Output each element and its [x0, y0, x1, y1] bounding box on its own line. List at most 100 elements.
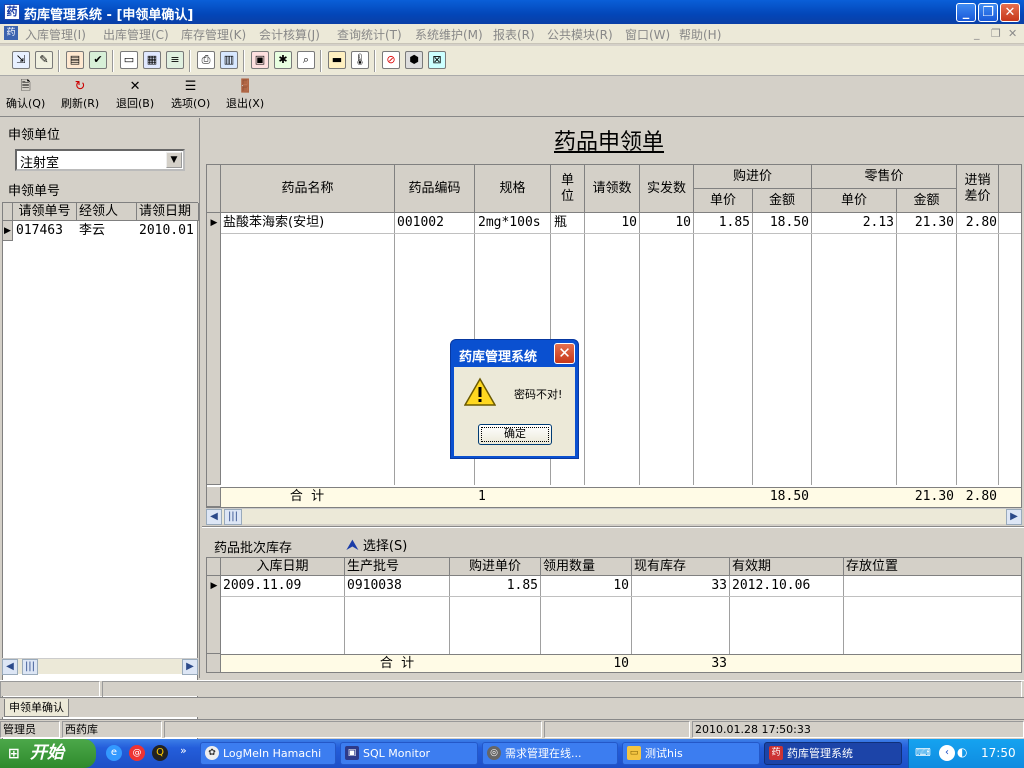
status-user: 管理员: [0, 721, 60, 738]
stamp-icon[interactable]: ▬: [328, 51, 346, 69]
col-price-diff[interactable]: 进销差价: [957, 165, 999, 213]
card-icon[interactable]: ▦: [143, 51, 161, 69]
col-spec[interactable]: 规格: [475, 165, 551, 213]
menu-system[interactable]: 系统维护(M): [415, 26, 483, 43]
mdi-child-icon[interactable]: 药: [4, 26, 18, 40]
list-icon[interactable]: ≡: [166, 51, 184, 69]
col-drug-code[interactable]: 药品编码: [395, 165, 475, 213]
chevron-down-icon[interactable]: ▼: [166, 152, 182, 168]
window-tab-row: 申领单确认: [0, 697, 1024, 717]
batch-total-stock: 33: [711, 656, 727, 671]
check-doc-icon[interactable]: ✔: [89, 51, 107, 69]
col-unit[interactable]: 单位: [551, 165, 585, 213]
exit-button[interactable]: 🚪 退出(X): [226, 79, 264, 111]
menu-help[interactable]: 帮助(H): [679, 26, 721, 43]
col-order-date[interactable]: 请领日期: [137, 203, 199, 221]
order-label: 申领单号: [8, 184, 61, 199]
col-current-stock[interactable]: 现有库存: [632, 558, 730, 576]
qq-icon[interactable]: Q: [152, 745, 168, 761]
table-icon[interactable]: ▥: [220, 51, 238, 69]
thermometer-icon[interactable]: 🌡: [351, 51, 369, 69]
menu-outbound[interactable]: 出库管理(C): [103, 26, 169, 43]
scroll-thumb[interactable]: |||: [22, 659, 38, 675]
scroll-left-icon[interactable]: ◀: [206, 509, 222, 525]
col-retail-amount[interactable]: 金额: [897, 189, 957, 213]
return-button[interactable]: ✕ 退回(B): [116, 79, 154, 111]
col-actual-qty[interactable]: 实发数: [640, 165, 694, 213]
status-row-top: [0, 680, 1024, 698]
select-button[interactable]: ⮝ 选择(S): [346, 535, 407, 554]
keyboard-icon[interactable]: ⌨: [915, 746, 931, 759]
actual-qty-cell: 10: [675, 215, 691, 230]
tray-expand-icon[interactable]: ‹: [939, 745, 955, 761]
menu-inventory[interactable]: 库存管理(K): [181, 26, 246, 43]
dialog-ok-button[interactable]: 确定: [478, 424, 552, 445]
col-use-qty[interactable]: 领用数量: [541, 558, 632, 576]
menu-reports[interactable]: 报表(R): [493, 26, 535, 43]
req-qty-cell: 10: [621, 215, 637, 230]
col-order-no[interactable]: 请领单号: [13, 203, 77, 221]
scroll-right-icon[interactable]: ▶: [1006, 509, 1022, 525]
main-horizontal-scrollbar[interactable]: ◀ ||| ▶: [206, 508, 1022, 525]
clock: 17:50: [981, 746, 1016, 760]
task-requirements[interactable]: ◎ 需求管理在线...: [482, 742, 618, 765]
restore-button[interactable]: ❐: [978, 3, 998, 22]
stop-icon[interactable]: ⊘: [382, 51, 400, 69]
confirm-button[interactable]: 🗎 确认(Q): [6, 79, 45, 111]
col-batch-no[interactable]: 生产批号: [345, 558, 450, 576]
window-title-bar[interactable]: 药 药库管理系统 - [申领单确认] _ ❐ ✕: [0, 0, 1024, 24]
menu-inbound[interactable]: 入库管理(I): [25, 26, 86, 43]
tab-requisition-confirm[interactable]: 申领单确认: [4, 699, 69, 717]
mdi-close-icon[interactable]: ✕: [1008, 27, 1017, 40]
spec-cell: 2mg*100s: [478, 215, 541, 230]
print-icon[interactable]: ⎙: [197, 51, 215, 69]
task-hamachi[interactable]: ✿ LogMeIn Hamachi: [200, 742, 336, 765]
tray-app-icon[interactable]: ◐: [957, 745, 967, 759]
left-horizontal-scrollbar[interactable]: ◀ ||| ▶: [2, 658, 198, 675]
quicklaunch-expand-icon[interactable]: »: [180, 744, 187, 757]
col-person[interactable]: 经领人: [77, 203, 137, 221]
quicklaunch-app-icon[interactable]: @: [129, 745, 145, 761]
start-button[interactable]: ⊞ 开始: [0, 739, 96, 768]
minimize-button[interactable]: _: [956, 3, 976, 22]
task-drug-system[interactable]: 药 药库管理系统: [764, 742, 902, 765]
scroll-right-icon[interactable]: ▶: [182, 659, 198, 675]
grid-cross-icon[interactable]: ⊠: [428, 51, 446, 69]
task-sql-monitor[interactable]: ▣ SQL Monitor: [340, 742, 478, 765]
refresh-button[interactable]: ↻ 刷新(R): [61, 79, 99, 111]
report-doc-icon[interactable]: ▤: [66, 51, 84, 69]
close-button[interactable]: ✕: [1000, 3, 1020, 22]
menu-accounting[interactable]: 会计核算(J): [259, 26, 320, 43]
total-label: 合 计: [289, 489, 325, 504]
col-req-qty[interactable]: 请领数: [585, 165, 640, 213]
import-icon[interactable]: ⇲: [12, 51, 30, 69]
scroll-thumb[interactable]: |||: [224, 509, 242, 525]
menu-window[interactable]: 窗口(W): [625, 26, 670, 43]
hexagon-icon[interactable]: ⬢: [405, 51, 423, 69]
col-expiry[interactable]: 有效期: [730, 558, 844, 576]
col-purchase-price[interactable]: 单价: [694, 189, 753, 213]
clipboard-icon[interactable]: ▭: [120, 51, 138, 69]
col-in-date[interactable]: 入库日期: [221, 558, 345, 576]
dialog-close-button[interactable]: ✕: [554, 343, 575, 364]
col-purchase-unit-price[interactable]: 购进单价: [450, 558, 541, 576]
col-location[interactable]: 存放位置: [844, 558, 1021, 576]
batch-expiry-cell: 2012.10.06: [732, 578, 811, 593]
search-icon[interactable]: ⌕: [297, 51, 315, 69]
col-drug-name[interactable]: 药品名称: [221, 165, 395, 213]
unit-select[interactable]: 注射室 ▼: [15, 149, 185, 171]
task-test-his[interactable]: ▭ 测试his: [622, 742, 760, 765]
status-bar: 管理员 西药库 2010.01.28 17:50:33: [0, 719, 1024, 738]
tools-icon[interactable]: ✱: [274, 51, 292, 69]
options-button[interactable]: ☰ 选项(O): [171, 79, 210, 111]
ie-icon[interactable]: e: [106, 745, 122, 761]
edit-doc-icon[interactable]: ✎: [35, 51, 53, 69]
mdi-minimize-icon[interactable]: _: [974, 27, 980, 40]
menu-common[interactable]: 公共模块(R): [547, 26, 613, 43]
col-purchase-amount[interactable]: 金额: [753, 189, 812, 213]
menu-query-stats[interactable]: 查询统计(T): [337, 26, 402, 43]
mdi-restore-icon[interactable]: ❐: [991, 27, 1001, 40]
scroll-left-icon[interactable]: ◀: [2, 659, 18, 675]
calc-icon[interactable]: ▣: [251, 51, 269, 69]
col-retail-price[interactable]: 单价: [812, 189, 897, 213]
